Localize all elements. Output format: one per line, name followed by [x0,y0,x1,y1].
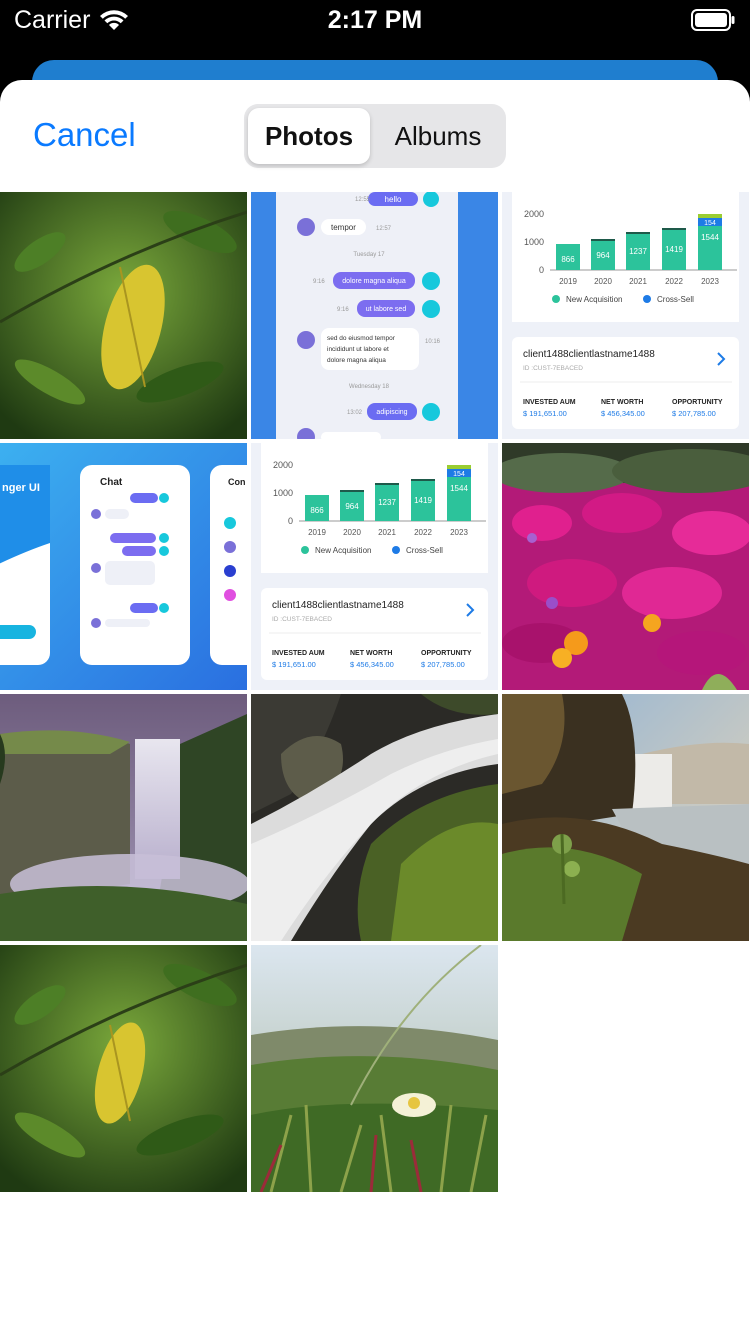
photo-picker-sheet: Cancel Photos Albums hello 12:55 tempor … [0,80,750,1334]
chat-time: 9:16 [337,307,349,313]
bar-label: 1237 [629,247,647,256]
chat-time: 13:02 [347,410,363,416]
chat-bubble-text: hello [385,195,402,204]
y-tick: 2000 [273,460,293,470]
date-separator: Wednesday 18 [349,384,390,390]
x-tick: 2023 [450,528,468,537]
chat-bubble-text: sed do eiusmod tempor [327,335,396,342]
photo-thumbnail-waterfall-landscape[interactable] [502,694,749,941]
photo-thumbnail-messenger-ui[interactable]: nger UI Chat Con [0,443,247,690]
stat-value: $ 191,651.00 [272,660,316,669]
battery-icon [691,9,735,31]
client-id: ID :CUST-7EBACED [272,616,332,623]
x-tick: 2021 [629,277,647,286]
x-tick: 2019 [308,528,326,537]
stat-value: $ 191,651.00 [523,409,567,418]
y-tick: 0 [539,265,544,275]
chat-bubble-text: ut labore sed [366,306,407,313]
stat-label: INVESTED AUM [272,650,325,657]
chat-bubble-text: tempor [331,223,356,232]
x-tick: 2022 [414,528,432,537]
bar-label: 154 [704,220,716,227]
bar-label: 1237 [378,498,396,507]
photo-thumbnail-white-flower-grass[interactable] [251,945,498,1192]
photo-thumbnail-chat-screenshot[interactable]: hello 12:55 tempor 12:57 Tuesday 17 dolo… [251,192,498,439]
photo-thumbnail-leaf[interactable] [0,192,247,439]
bar-label: 1419 [414,496,432,505]
stat-label: NET WORTH [350,650,392,657]
bar-label: 1544 [701,233,719,242]
bar-label: 964 [345,502,359,511]
x-tick: 2021 [378,528,396,537]
chat-bubble-text: dolore magna aliqua [327,357,386,364]
photo-thumbnail-waterfall-mist[interactable] [0,694,247,941]
bar-label: 866 [310,506,324,515]
status-bar: Carrier 2:17 PM [0,0,750,40]
bar-label: 1419 [665,245,683,254]
stat-label: NET WORTH [601,399,643,406]
y-tick: 1000 [273,488,293,498]
stat-label: OPPORTUNITY [672,399,723,406]
legend-label: Cross-Sell [406,546,443,555]
source-segmented-control: Photos Albums [244,104,506,168]
legend-label: New Acquisition [566,295,622,304]
photo-thumbnail-dashboard-screenshot[interactable]: 2000 1000 0 866 964 1237 1419 154 1544 2… [502,192,749,439]
cancel-button[interactable]: Cancel [33,116,136,154]
client-name: client1488clientlastname1488 [272,600,404,611]
legend-label: Cross-Sell [657,295,694,304]
mock-app-title: nger UI [2,482,40,494]
stat-value: $ 207,785.00 [421,660,465,669]
chat-time: 9:16 [313,279,325,285]
bar-label: 866 [561,255,575,264]
y-tick: 0 [288,516,293,526]
bar-label: 154 [453,471,465,478]
client-id: ID :CUST-7EBACED [523,365,583,372]
y-tick: 2000 [524,209,544,219]
photo-thumbnail-dashboard-screenshot[interactable]: 2000 1000 0 866 964 1237 1419 154 1544 2… [251,443,498,690]
x-tick: 2020 [594,277,612,286]
x-tick: 2023 [701,277,719,286]
mock-contacts-title: Con [228,477,246,487]
photo-thumbnail-leaf[interactable] [0,945,247,1192]
stat-value: $ 456,345.00 [601,409,645,418]
chat-time: 12:57 [376,226,392,232]
chat-bubble-text: adipiscing [376,409,407,416]
stat-value: $ 456,345.00 [350,660,394,669]
stat-label: OPPORTUNITY [421,650,472,657]
photo-thumbnail-pink-flowers[interactable] [502,443,749,690]
chat-bubble-text: incididunt ut labore et [327,346,389,353]
x-tick: 2019 [559,277,577,286]
legend-label: New Acquisition [315,546,371,555]
chat-bubble-text: dolore magna aliqua [342,278,406,285]
client-name: client1488clientlastname1488 [523,349,655,360]
x-tick: 2020 [343,528,361,537]
y-tick: 1000 [524,237,544,247]
bar-label: 964 [596,251,610,260]
mock-chat-title: Chat [100,477,123,488]
tab-photos[interactable]: Photos [248,108,370,164]
date-separator: Tuesday 17 [353,252,385,258]
x-tick: 2022 [665,277,683,286]
stat-value: $ 207,785.00 [672,409,716,418]
chat-time: 12:55 [355,197,371,203]
status-time: 2:17 PM [327,6,423,34]
photo-thumbnail-waterfall-rocks[interactable] [251,694,498,941]
bar-label: 1544 [450,484,468,493]
chat-time: 10:16 [425,339,441,345]
tab-albums[interactable]: Albums [374,108,502,164]
stat-label: INVESTED AUM [523,399,576,406]
